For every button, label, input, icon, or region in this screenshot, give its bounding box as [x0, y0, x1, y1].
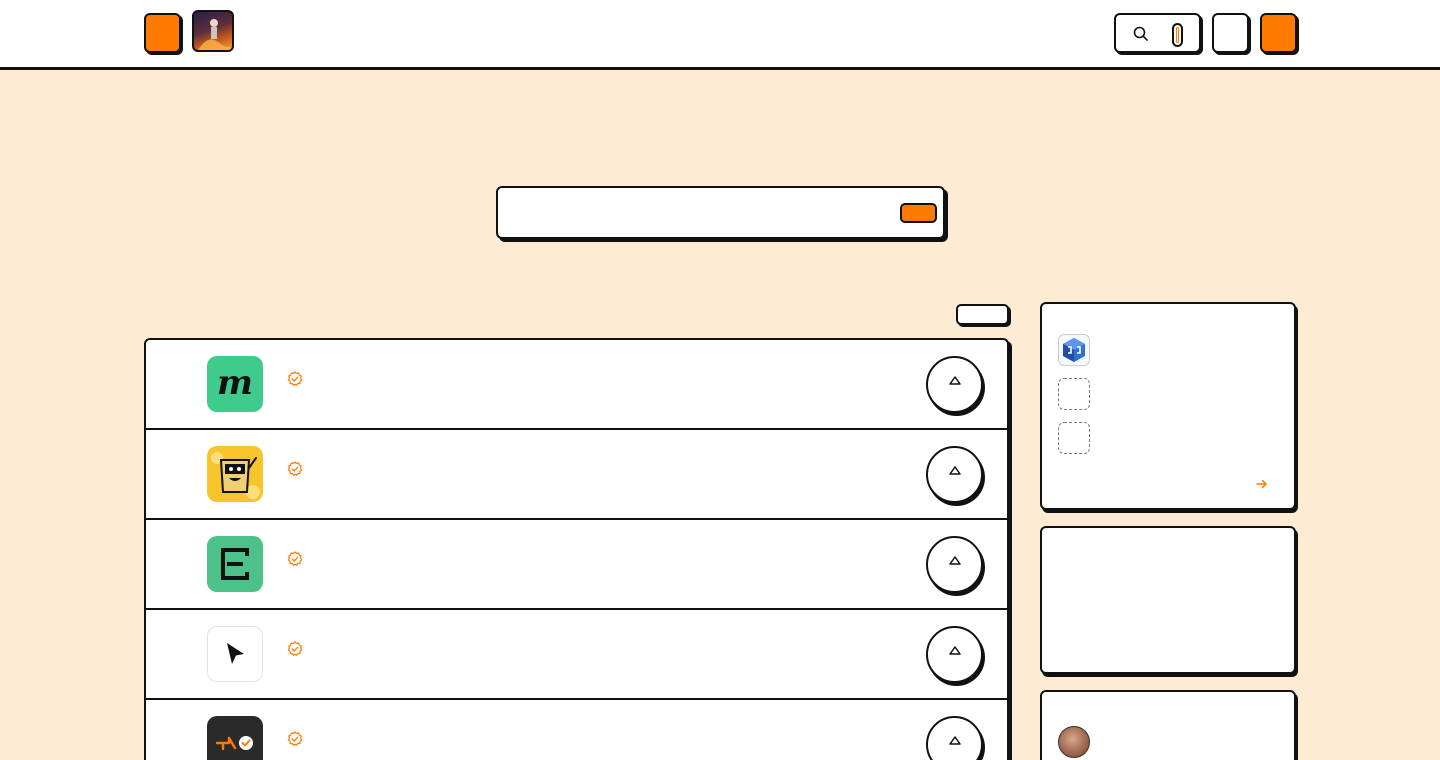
sidebar-card-featured: [1040, 302, 1296, 510]
verified-check-icon: [287, 731, 303, 747]
sidebar-card-maker: [1040, 690, 1296, 760]
product-logo[interactable]: m: [207, 356, 263, 412]
upvote-button[interactable]: [926, 446, 983, 503]
product-logo[interactable]: [207, 716, 263, 760]
keyboard-shortcut-hint: [1172, 23, 1183, 47]
sidebar-card-empty: [1040, 526, 1296, 674]
triangle-up-icon: [949, 556, 961, 565]
sidebar-item-logo[interactable]: [1058, 334, 1090, 366]
triangle-up-icon: [949, 466, 961, 475]
verified-check-icon: [287, 641, 303, 657]
notifications-button[interactable]: [1212, 13, 1249, 53]
triangle-up-icon: [949, 736, 961, 745]
arrow-right-icon[interactable]: [1254, 476, 1270, 492]
upvote-button[interactable]: [926, 626, 983, 683]
product-row[interactable]: [146, 700, 1007, 760]
dark-check-icon: [207, 716, 263, 760]
user-avatar[interactable]: [192, 10, 234, 52]
product-logo[interactable]: [207, 626, 263, 682]
cube-logo-icon: [1063, 338, 1085, 362]
product-logo[interactable]: [207, 536, 263, 592]
home-logo-button[interactable]: [144, 13, 181, 53]
sidebar-item-placeholder[interactable]: [1058, 378, 1090, 410]
upvote-button[interactable]: [926, 536, 983, 593]
search-submit-button[interactable]: [900, 203, 937, 223]
triangle-up-icon: [949, 376, 961, 385]
product-row[interactable]: m: [146, 340, 1007, 430]
header-search-button[interactable]: [1114, 13, 1201, 53]
svg-text:m: m: [217, 363, 253, 403]
sidebar-item-placeholder[interactable]: [1058, 422, 1090, 454]
e-bracket-icon: [207, 536, 263, 592]
yellow-character-icon: [207, 446, 263, 502]
product-logo[interactable]: [207, 446, 263, 502]
upvote-button[interactable]: [926, 716, 983, 760]
cursor-arrow-icon: [208, 627, 262, 681]
maker-avatar[interactable]: [1058, 726, 1090, 758]
verified-check-icon: [287, 461, 303, 477]
main-search-bar: [496, 186, 945, 239]
sort-toggle-button[interactable]: [956, 304, 1009, 325]
m-letter-icon: m: [207, 356, 263, 412]
product-row[interactable]: [146, 520, 1007, 610]
top-nav-bar: [0, 0, 1440, 70]
submit-product-button[interactable]: [1260, 13, 1297, 53]
product-row[interactable]: [146, 430, 1007, 520]
main-search-input[interactable]: [508, 198, 888, 228]
triangle-up-icon: [949, 646, 961, 655]
product-list: m: [144, 338, 1009, 760]
verified-check-icon: [287, 551, 303, 567]
avatar-image: [198, 19, 232, 50]
upvote-button[interactable]: [926, 356, 983, 413]
search-icon: [1133, 26, 1148, 41]
verified-check-icon: [287, 371, 303, 387]
product-row[interactable]: [146, 610, 1007, 700]
